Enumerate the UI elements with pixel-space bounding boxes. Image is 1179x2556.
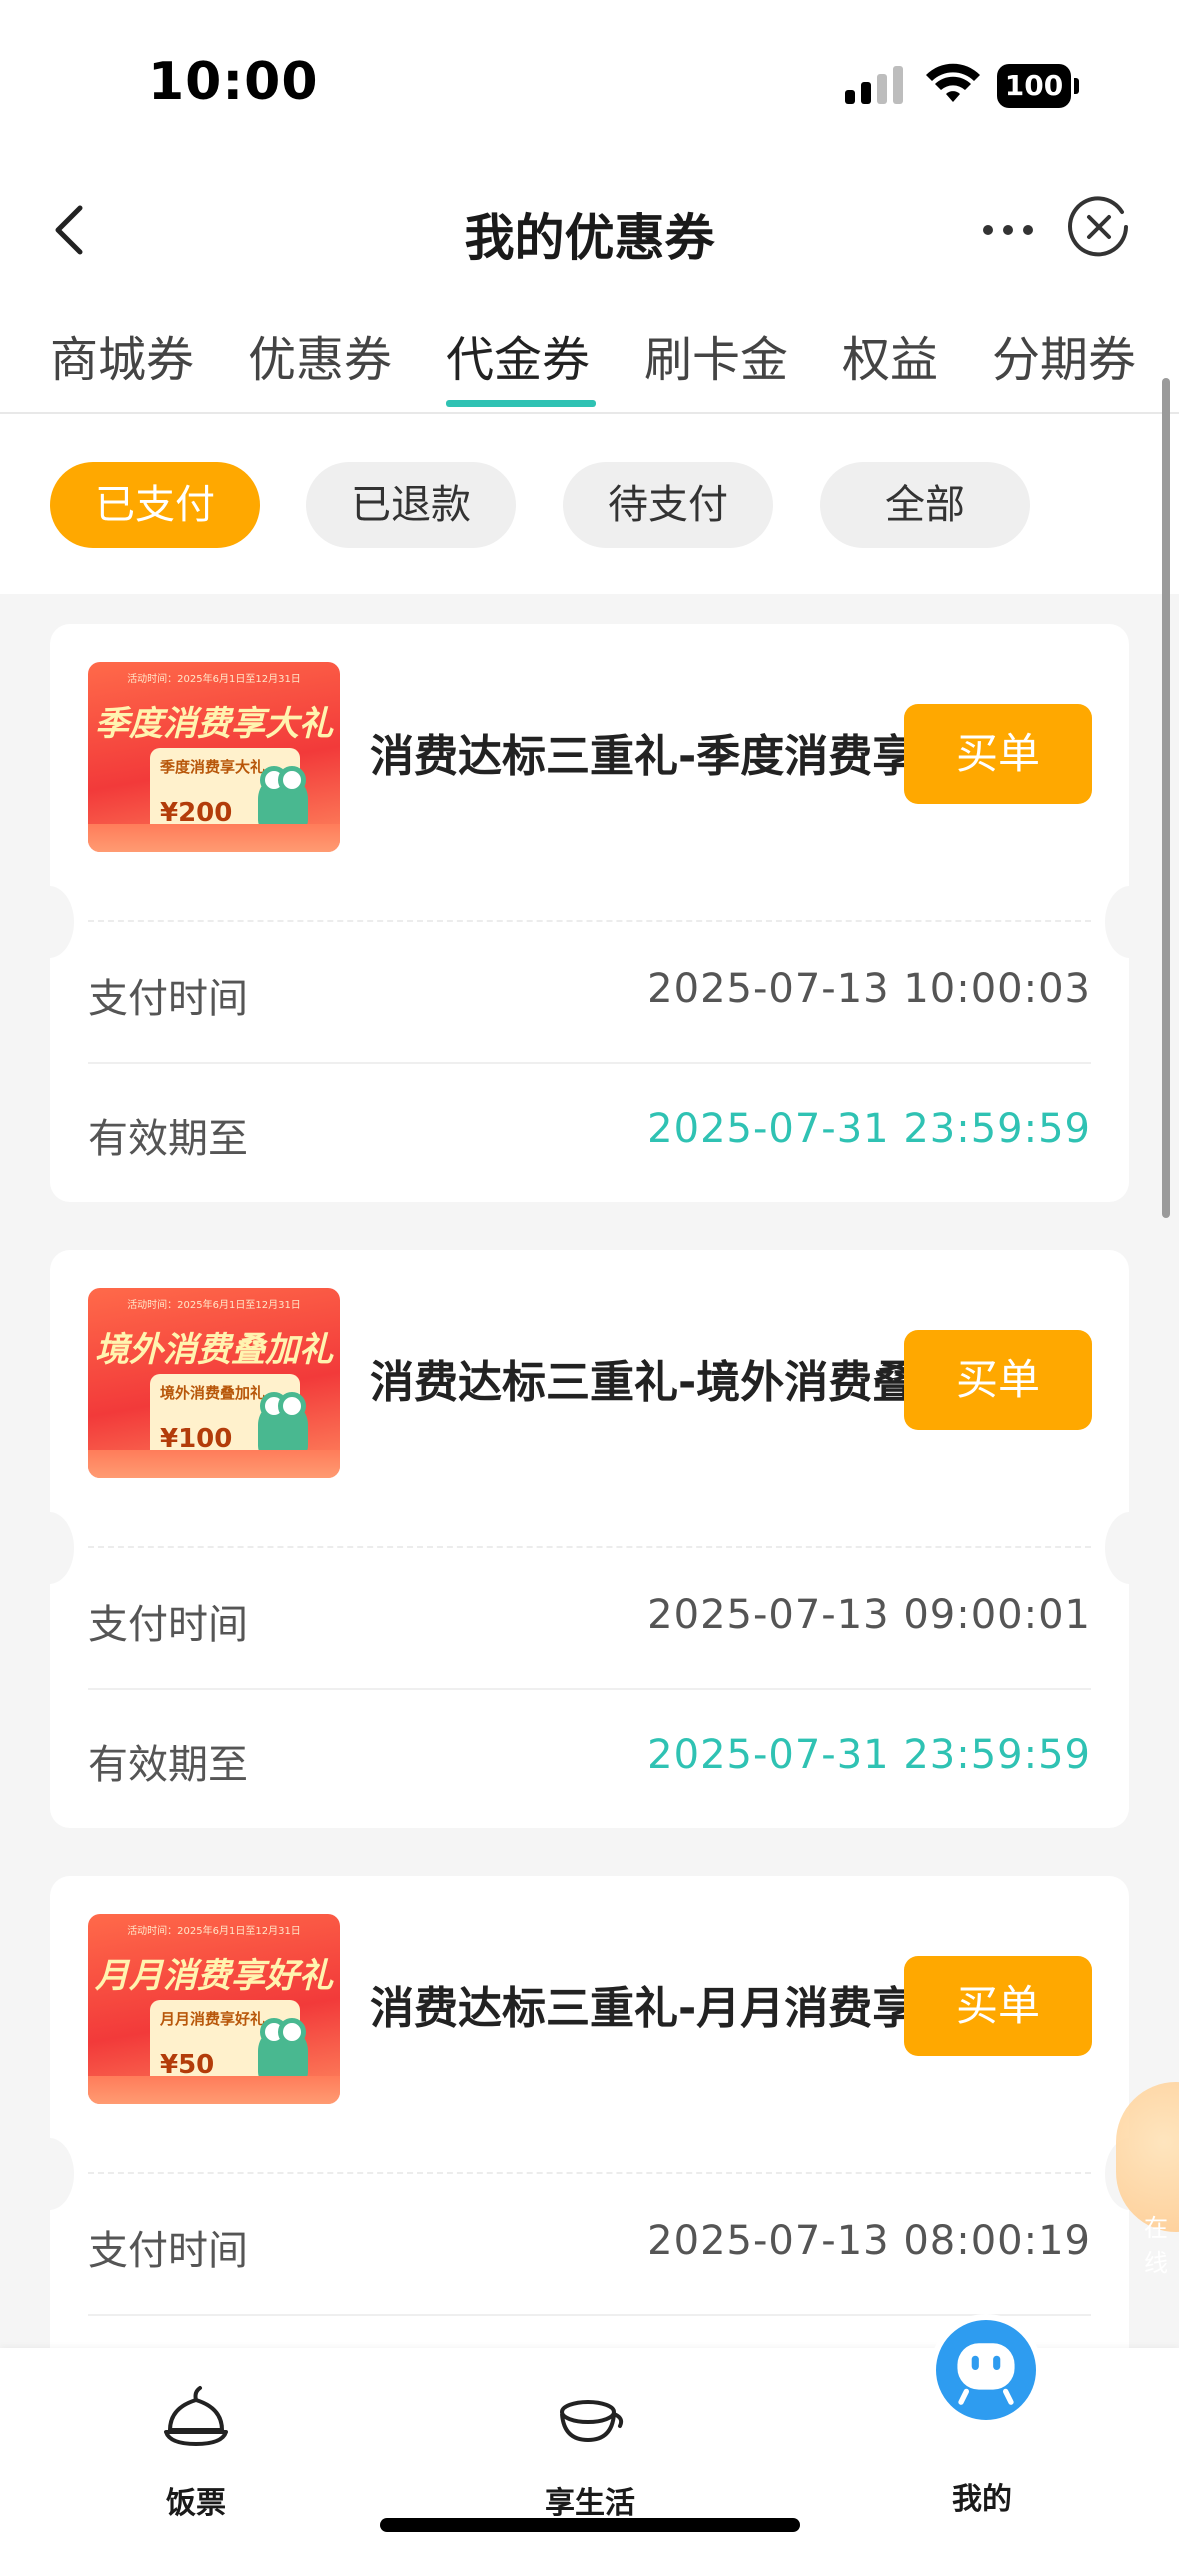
buy-button[interactable]: 买单 bbox=[904, 1330, 1092, 1430]
coupon-title: 消费达标三重礼-月月消费享好礼 bbox=[370, 1983, 920, 2034]
more-icon[interactable] bbox=[978, 200, 1038, 260]
bottom-nav-lifestyle[interactable]: 享生活 bbox=[490, 2378, 690, 2522]
pay-time-value: 2025-07-13 09:00:01 bbox=[647, 1592, 1091, 1638]
buy-button[interactable]: 买单 bbox=[904, 704, 1092, 804]
battery-icon: 100 bbox=[997, 64, 1079, 108]
dashed-divider bbox=[88, 920, 1091, 922]
wifi-icon bbox=[926, 63, 980, 102]
status-filters: 已支付 已退款 待支付 全部 bbox=[0, 414, 1179, 594]
tab-installment[interactable]: 分期券 bbox=[992, 320, 1136, 390]
bottom-nav-meal-ticket[interactable]: 饭票 bbox=[96, 2378, 296, 2522]
row-divider bbox=[88, 1688, 1091, 1690]
close-icon[interactable] bbox=[1064, 192, 1134, 262]
filter-paid[interactable]: 已支付 bbox=[50, 462, 260, 548]
coupon-title: 消费达标三重礼-境外消费叠加礼 bbox=[370, 1357, 920, 1408]
row-divider bbox=[88, 1062, 1091, 1064]
coupon-tabs: 商城券 优惠券 代金券 刷卡金 权益 分期券 bbox=[0, 290, 1179, 414]
tab-mall[interactable]: 商城券 bbox=[50, 320, 194, 390]
home-indicator bbox=[380, 2518, 800, 2532]
status-bar: 10:00 100 bbox=[0, 0, 1179, 170]
ticket-notch bbox=[1105, 1512, 1129, 1584]
bowl-icon bbox=[560, 2400, 624, 2443]
coupon-image: 活动时间：2025年6月1日至12月31日 境外消费叠加礼 境外消费叠加礼 ¥10… bbox=[88, 1288, 340, 1478]
status-time: 10:00 bbox=[148, 52, 319, 112]
filter-pending[interactable]: 待支付 bbox=[563, 462, 773, 548]
valid-until-value: 2025-07-31 23:59:59 bbox=[647, 1732, 1091, 1778]
ticket-notch bbox=[1105, 886, 1129, 958]
ticket-notch bbox=[50, 2138, 74, 2210]
coupon-image: 活动时间：2025年6月1日至12月31日 季度消费享大礼 季度消费享大礼 ¥20… bbox=[88, 662, 340, 852]
tab-voucher[interactable]: 代金券 bbox=[446, 320, 590, 390]
valid-until-label: 有效期至 bbox=[88, 1116, 248, 1162]
pay-time-label: 支付时间 bbox=[88, 2228, 248, 2274]
avatar-icon[interactable] bbox=[930, 2314, 1042, 2426]
ticket-notch bbox=[50, 1512, 74, 1584]
coupon-card[interactable]: 活动时间：2025年6月1日至12月31日 境外消费叠加礼 境外消费叠加礼 ¥10… bbox=[50, 1250, 1129, 1828]
floating-service-label: 在线 bbox=[1144, 2214, 1168, 2277]
valid-until-value: 2025-07-31 23:59:59 bbox=[647, 1106, 1091, 1152]
pay-time-label: 支付时间 bbox=[88, 976, 248, 1022]
pay-time-label: 支付时间 bbox=[88, 1602, 248, 1648]
filter-refunded[interactable]: 已退款 bbox=[306, 462, 516, 548]
scrollbar[interactable] bbox=[1162, 378, 1170, 1218]
pay-time-value: 2025-07-13 08:00:19 bbox=[647, 2218, 1091, 2264]
nav-bar: 我的优惠券 bbox=[0, 170, 1179, 290]
tab-discount[interactable]: 优惠券 bbox=[248, 320, 392, 390]
coupon-title: 消费达标三重礼-季度消费享大礼 bbox=[370, 731, 920, 782]
filter-all[interactable]: 全部 bbox=[820, 462, 1030, 548]
cellular-signal-icon bbox=[845, 66, 903, 104]
valid-until-label: 有效期至 bbox=[88, 1742, 248, 1788]
dashed-divider bbox=[88, 2172, 1091, 2174]
coupon-image: 活动时间：2025年6月1日至12月31日 月月消费享好礼 月月消费享好礼 ¥50 bbox=[88, 1914, 340, 2104]
coupon-card[interactable]: 活动时间：2025年6月1日至12月31日 季度消费享大礼 季度消费享大礼 ¥20… bbox=[50, 624, 1129, 1202]
ticket-notch bbox=[50, 886, 74, 958]
rice-bowl-icon bbox=[164, 2386, 228, 2446]
pay-time-value: 2025-07-13 10:00:03 bbox=[647, 966, 1091, 1012]
buy-button[interactable]: 买单 bbox=[904, 1956, 1092, 2056]
active-tab-indicator bbox=[446, 400, 596, 407]
tab-card-cash[interactable]: 刷卡金 bbox=[644, 320, 788, 390]
tab-benefits[interactable]: 权益 bbox=[842, 320, 938, 390]
dashed-divider bbox=[88, 1546, 1091, 1548]
row-divider bbox=[88, 2314, 1091, 2316]
